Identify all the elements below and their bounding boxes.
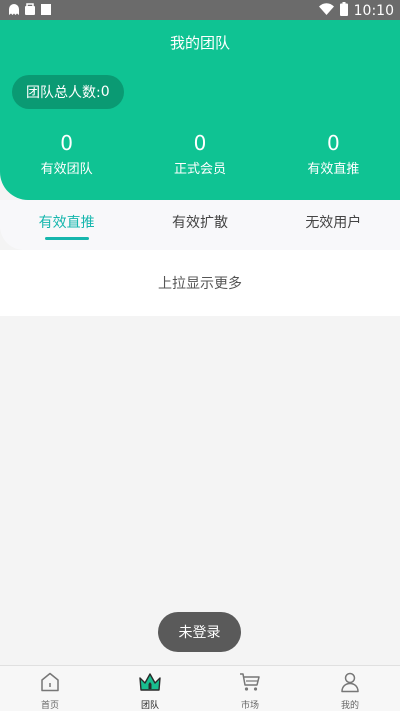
tab-effective-spread[interactable]: 有效扩散 xyxy=(133,200,266,250)
notification-ghost-icon xyxy=(8,3,20,20)
stat-value: 0 xyxy=(326,131,340,155)
battery-icon xyxy=(339,2,348,20)
stat-label: 有效直推 xyxy=(307,162,360,177)
team-header: 我的团队 团队总人数: 0 0 有效团队 0 正式会员 0 有效直推 xyxy=(0,20,400,200)
notification-bag-icon xyxy=(24,3,36,20)
cart-icon xyxy=(238,671,262,697)
bottom-nav: 首页 团队 市场 我的 xyxy=(0,665,400,711)
toast-message: 未登录 xyxy=(158,612,241,652)
user-icon xyxy=(339,671,361,697)
page-title: 我的团队 xyxy=(169,34,230,52)
nav-team[interactable]: 团队 xyxy=(100,666,200,711)
toast-text: 未登录 xyxy=(178,625,221,641)
stat-label: 有效团队 xyxy=(40,162,93,177)
load-more[interactable]: 上拉显示更多 xyxy=(0,250,400,316)
wifi-icon xyxy=(318,3,334,19)
nav-label: 首页 xyxy=(40,701,59,711)
tab-effective-direct[interactable]: 有效直推 xyxy=(0,200,133,250)
stat-label: 正式会员 xyxy=(173,162,226,177)
home-icon xyxy=(39,671,61,697)
stat-value: 0 xyxy=(60,131,74,155)
nav-home[interactable]: 首页 xyxy=(0,666,100,711)
team-total-value: 0 xyxy=(100,84,110,100)
stat-formal-members: 0 正式会员 xyxy=(133,132,266,177)
nav-label: 市场 xyxy=(240,701,259,711)
status-bar: 10:10 xyxy=(0,0,400,20)
clock: 10:10 xyxy=(353,3,394,19)
stat-value: 0 xyxy=(193,131,207,155)
load-more-text: 上拉显示更多 xyxy=(158,276,242,292)
notification-square-icon xyxy=(40,3,52,20)
team-total-label: 团队总人数: xyxy=(26,85,101,101)
nav-market[interactable]: 市场 xyxy=(200,666,300,711)
stat-effective-team: 0 有效团队 xyxy=(0,132,133,177)
tab-invalid-users[interactable]: 无效用户 xyxy=(267,200,400,250)
team-total-badge: 团队总人数: 0 xyxy=(12,75,124,109)
stat-direct-referrals: 0 有效直推 xyxy=(267,132,400,177)
nav-label: 我的 xyxy=(340,701,359,711)
nav-label: 团队 xyxy=(140,701,159,711)
nav-mine[interactable]: 我的 xyxy=(300,666,400,711)
team-stats: 0 有效团队 0 正式会员 0 有效直推 xyxy=(0,132,400,177)
team-tabs: 有效直推 有效扩散 无效用户 xyxy=(0,200,400,250)
team-icon xyxy=(138,671,162,697)
